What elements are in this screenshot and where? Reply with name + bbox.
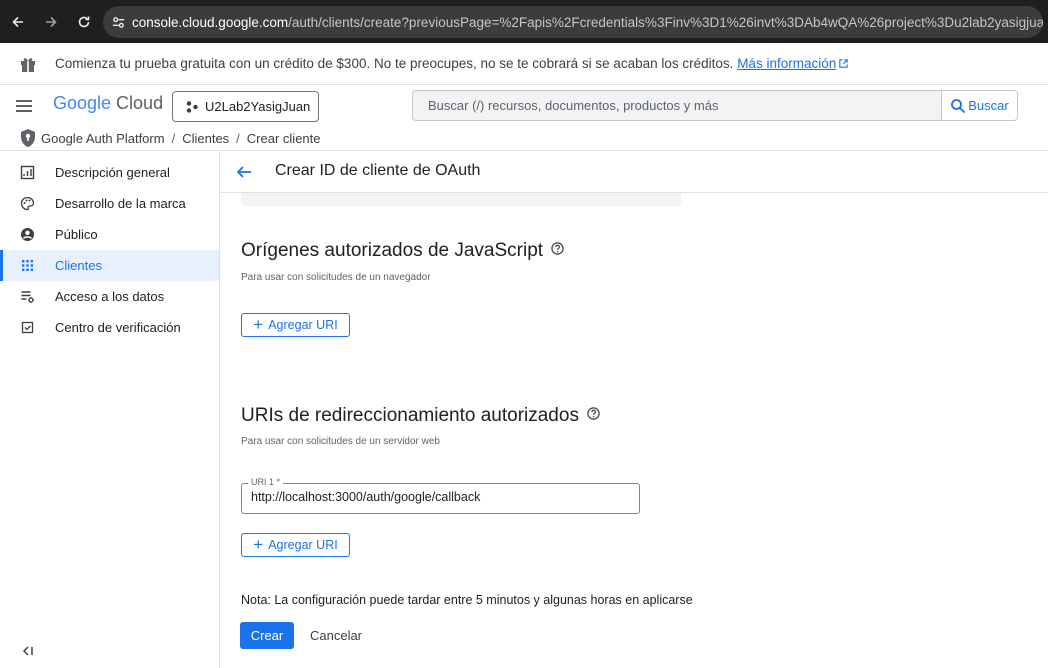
gift-icon: [21, 58, 35, 72]
sidebar-item-data-access[interactable]: Acceso a los datos: [0, 281, 219, 312]
data-access-icon: [21, 291, 34, 303]
sidebar-item-audience[interactable]: Público: [0, 219, 219, 250]
active-indicator: [0, 250, 3, 281]
person-icon: [21, 228, 34, 241]
search-icon[interactable]: [950, 98, 966, 114]
site-settings-icon[interactable]: [111, 12, 126, 32]
trial-message-text: Comienza tu prueba gratuita con un crédi…: [55, 56, 734, 71]
sidebar-item-label[interactable]: Clientes: [55, 258, 102, 273]
sidebar-item-label[interactable]: Acceso a los datos: [55, 289, 164, 304]
trial-banner: Comienza tu prueba gratuita con un crédi…: [0, 43, 1048, 85]
redirect-uri-label: URI 1 *: [248, 477, 284, 487]
redirect-uris-title: URIs de redireccionamiento autorizados: [241, 405, 600, 427]
search-placeholder[interactable]: Buscar (/) recursos, documentos, product…: [428, 98, 718, 113]
sidebar-item-label[interactable]: Centro de verificación: [55, 320, 181, 335]
sidebar-item-label[interactable]: Público: [55, 227, 98, 242]
project-icon: [186, 100, 198, 113]
add-uri-label[interactable]: Agregar URI: [268, 538, 337, 552]
breadcrumb: Google Auth Platform / Clientes / Crear clie…: [0, 127, 1048, 151]
breadcrumb-item-auth-platform[interactable]: Google Auth Platform: [41, 131, 165, 146]
redirect-uris-subtitle: Para usar con solicitudes de un servidor…: [241, 436, 440, 447]
collapse-sidebar-icon[interactable]: [21, 644, 35, 658]
url-text: console.cloud.google.com/auth/clients/cr…: [132, 14, 1043, 30]
sidebar-item-label[interactable]: Desarrollo de la marca: [55, 196, 186, 211]
help-icon[interactable]: [551, 242, 564, 255]
logo-cloud[interactable]: Cloud: [116, 93, 163, 113]
project-name[interactable]: U2Lab2YasigJuan: [205, 99, 310, 114]
grid-icon: [22, 260, 33, 271]
sidebar-item-label[interactable]: Descripción general: [55, 165, 170, 180]
js-origins-title: Orígenes autorizados de JavaScript: [241, 240, 564, 262]
cancel-button[interactable]: Cancelar: [305, 622, 367, 649]
sidebar-item-verification-center[interactable]: Centro de verificación: [0, 312, 219, 343]
palette-icon: [20, 196, 35, 211]
js-origins-subtitle: Para usar con solicitudes de un navegado…: [241, 272, 431, 283]
verified-icon: [21, 321, 34, 334]
search-button-label[interactable]: Buscar: [968, 98, 1008, 113]
breadcrumb-separator: /: [171, 131, 176, 146]
plus-icon[interactable]: +: [253, 316, 263, 333]
reload-icon[interactable]: [69, 7, 99, 37]
sidebar-item-clients[interactable]: Clientes: [0, 250, 219, 281]
shield-icon: [21, 129, 35, 147]
logo-google[interactable]: Google: [53, 93, 111, 113]
search-input[interactable]: Buscar (/) recursos, documentos, product…: [412, 90, 942, 121]
project-picker-button[interactable]: U2Lab2YasigJuan: [172, 91, 319, 122]
address-bar[interactable]: console.cloud.google.com/auth/clients/cr…: [103, 6, 1043, 38]
breadcrumb-item-create-client: Crear cliente: [246, 131, 321, 146]
breadcrumb-separator: /: [236, 131, 240, 146]
create-button[interactable]: Crear: [240, 622, 294, 649]
redirect-uri-field[interactable]: [241, 483, 640, 514]
redirect-uri-input[interactable]: [251, 490, 631, 504]
breadcrumb-item-clients[interactable]: Clientes: [182, 131, 229, 146]
search-button[interactable]: Buscar: [941, 90, 1018, 121]
add-js-origin-uri-button[interactable]: + Agregar URI: [241, 313, 350, 337]
add-uri-label[interactable]: Agregar URI: [268, 318, 337, 332]
add-redirect-uri-button[interactable]: + Agregar URI: [241, 533, 350, 557]
js-origins-title-text: Orígenes autorizados de JavaScript: [241, 240, 544, 261]
page-title: Crear ID de cliente de OAuth: [275, 162, 481, 179]
app-header: Google Cloud U2Lab2YasigJuan Buscar (/) r…: [0, 85, 1048, 127]
more-info-link[interactable]: Más información: [737, 56, 849, 71]
sidebar-item-branding[interactable]: Desarrollo de la marca: [0, 188, 219, 219]
more-info-link-label[interactable]: Más información: [737, 56, 836, 71]
back-arrow-icon[interactable]: [235, 163, 253, 181]
dashboard-icon: [20, 165, 35, 180]
sidebar: Descripción general Desarrollo de la mar…: [0, 151, 220, 668]
trial-message: Comienza tu prueba gratuita con un crédi…: [55, 56, 849, 71]
browser-toolbar: console.cloud.google.com/auth/clients/cr…: [0, 0, 1048, 43]
redirect-uris-title-text: URIs de redireccionamiento autorizados: [241, 405, 579, 426]
sidebar-item-overview[interactable]: Descripción general: [0, 157, 219, 188]
help-icon[interactable]: [587, 407, 600, 420]
breadcrumb-trail: Google Auth Platform / Clientes / Crear clie…: [41, 131, 321, 146]
hamburger-menu-icon[interactable]: [14, 96, 34, 116]
forward-icon[interactable]: [36, 7, 66, 37]
google-cloud-logo[interactable]: Google Cloud: [53, 93, 163, 114]
plus-icon[interactable]: +: [253, 536, 263, 553]
external-link-icon[interactable]: [838, 58, 849, 69]
back-icon[interactable]: [3, 7, 33, 37]
config-note: Nota: La configuración puede tardar entr…: [241, 593, 693, 607]
page-title-bar: Crear ID de cliente de OAuth: [221, 151, 1048, 193]
